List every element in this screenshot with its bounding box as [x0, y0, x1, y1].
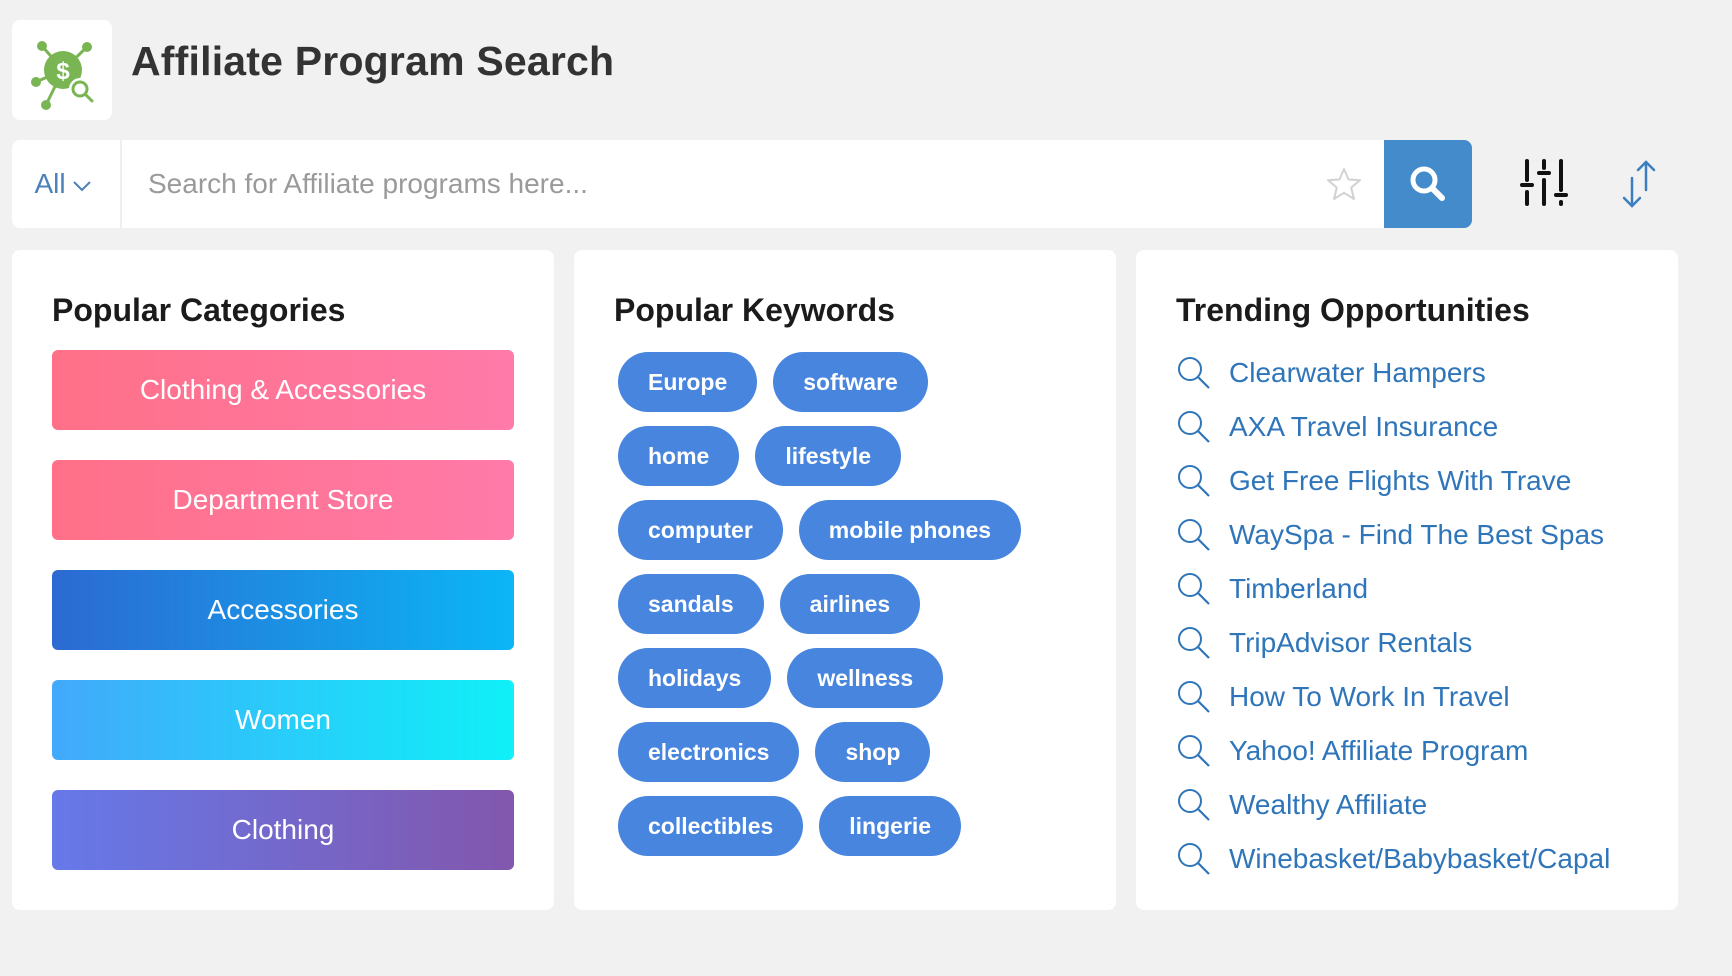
- keyword-pill[interactable]: computer: [618, 500, 783, 560]
- search-icon: [1178, 627, 1210, 659]
- trending-item-label: Timberland: [1229, 573, 1369, 604]
- trending-item[interactable]: Timberland: [1176, 562, 1656, 616]
- keyword-pill[interactable]: Europe: [618, 352, 758, 412]
- trending-item[interactable]: AXA Travel Insurance: [1176, 400, 1656, 454]
- popular-keywords-title: Popular Keywords: [614, 292, 895, 328]
- keyword-pill[interactable]: holidays: [618, 648, 772, 708]
- search-button[interactable]: [1384, 140, 1472, 228]
- trending-item-label: AXA Travel Insurance: [1229, 411, 1499, 442]
- keyword-row: computer mobile phones: [618, 500, 1088, 560]
- category-button[interactable]: Clothing & Accessories: [52, 350, 514, 430]
- search-icon: [1178, 573, 1210, 605]
- search-icon: [1178, 357, 1210, 389]
- category-button[interactable]: Women: [52, 680, 514, 760]
- trending-item-label: Get Free Flights With Trave: [1229, 465, 1572, 496]
- trending-item[interactable]: Clearwater Hampers: [1176, 346, 1656, 400]
- keyword-row: collectibles lingerie: [618, 796, 1088, 856]
- trending-item[interactable]: How To Work In Travel: [1176, 670, 1656, 724]
- category-list: Clothing & Accessories Department Store …: [52, 350, 514, 900]
- trending-item[interactable]: WaySpa - Find The Best Spas: [1176, 508, 1656, 562]
- keyword-row: electronics shop: [618, 722, 1088, 782]
- chevron-down-icon: [72, 181, 91, 192]
- trending-item-label: Clearwater Hampers: [1229, 357, 1486, 388]
- trending-opportunities-card: Trending Opportunities Clearwater Hamper…: [1136, 250, 1678, 910]
- trending-item[interactable]: Winebasket/Babybasket/Capal: [1176, 832, 1656, 886]
- star-icon: [1327, 168, 1361, 200]
- category-button[interactable]: Clothing: [52, 790, 514, 870]
- search-icon: [1178, 789, 1210, 821]
- filter-button[interactable]: [1520, 158, 1572, 210]
- search-icon: [1178, 411, 1210, 443]
- popular-categories-title: Popular Categories: [52, 292, 346, 328]
- keyword-pill[interactable]: collectibles: [618, 796, 804, 856]
- search-icon: [1178, 843, 1210, 875]
- keyword-row: sandals airlines: [618, 574, 1088, 634]
- popular-keywords-card: Popular Keywords Europe software home li…: [574, 250, 1116, 910]
- search-icon: [1178, 519, 1210, 551]
- trending-opportunities-title: Trending Opportunities: [1176, 292, 1530, 328]
- category-button[interactable]: Department Store: [52, 460, 514, 540]
- keyword-pill[interactable]: software: [773, 352, 928, 412]
- sliders-icon: [1520, 159, 1568, 206]
- trending-item-label: WaySpa - Find The Best Spas: [1229, 519, 1605, 550]
- trending-item-label: Yahoo! Affiliate Program: [1229, 735, 1529, 766]
- trending-item-label: Wealthy Affiliate: [1229, 789, 1428, 820]
- keyword-pill[interactable]: wellness: [787, 648, 944, 708]
- scope-label: All: [34, 168, 66, 199]
- trending-list: Clearwater Hampers AXA Travel Insurance …: [1176, 346, 1656, 886]
- app-title: Affiliate Program Search: [131, 38, 615, 84]
- favorite-button[interactable]: [1304, 140, 1384, 228]
- search-input[interactable]: [122, 140, 1304, 228]
- sort-arrows-icon: [1622, 160, 1656, 208]
- dollar-network-search-icon: $: [31, 41, 94, 110]
- keyword-pill[interactable]: home: [618, 426, 740, 486]
- trending-item-label: TripAdvisor Rentals: [1229, 627, 1473, 658]
- keyword-pill[interactable]: lingerie: [819, 796, 962, 856]
- scope-dropdown[interactable]: All: [12, 140, 122, 228]
- search-icon: [1178, 681, 1210, 713]
- trending-item[interactable]: Yahoo! Affiliate Program: [1176, 724, 1656, 778]
- keyword-pill[interactable]: sandals: [618, 574, 764, 634]
- popular-categories-card: Popular Categories Clothing & Accessorie…: [12, 250, 554, 910]
- search-icon: [1410, 166, 1445, 201]
- svg-text:$: $: [56, 58, 70, 85]
- keyword-pill[interactable]: lifestyle: [755, 426, 901, 486]
- search-icon: [1178, 465, 1210, 497]
- search-bar: All: [12, 140, 1472, 228]
- keyword-pill[interactable]: electronics: [618, 722, 800, 782]
- keyword-pill[interactable]: mobile phones: [798, 500, 1022, 560]
- category-button[interactable]: Accessories: [52, 570, 514, 650]
- trending-item[interactable]: TripAdvisor Rentals: [1176, 616, 1656, 670]
- keyword-row: Europe software: [618, 352, 1088, 412]
- trending-item[interactable]: Get Free Flights With Trave: [1176, 454, 1656, 508]
- app-logo: $: [12, 20, 112, 120]
- trending-item-label: How To Work In Travel: [1229, 681, 1510, 712]
- trending-item[interactable]: Wealthy Affiliate: [1176, 778, 1656, 832]
- sort-button[interactable]: [1618, 158, 1662, 210]
- keyword-row: holidays wellness: [618, 648, 1088, 708]
- keyword-pill[interactable]: airlines: [779, 574, 921, 634]
- trending-item-label: Winebasket/Babybasket/Capal: [1229, 843, 1611, 874]
- keyword-pill[interactable]: shop: [815, 722, 931, 782]
- keyword-list: Europe software home lifestyle computer …: [618, 352, 1088, 856]
- search-icon: [1178, 735, 1210, 767]
- keyword-row: home lifestyle: [618, 426, 1088, 486]
